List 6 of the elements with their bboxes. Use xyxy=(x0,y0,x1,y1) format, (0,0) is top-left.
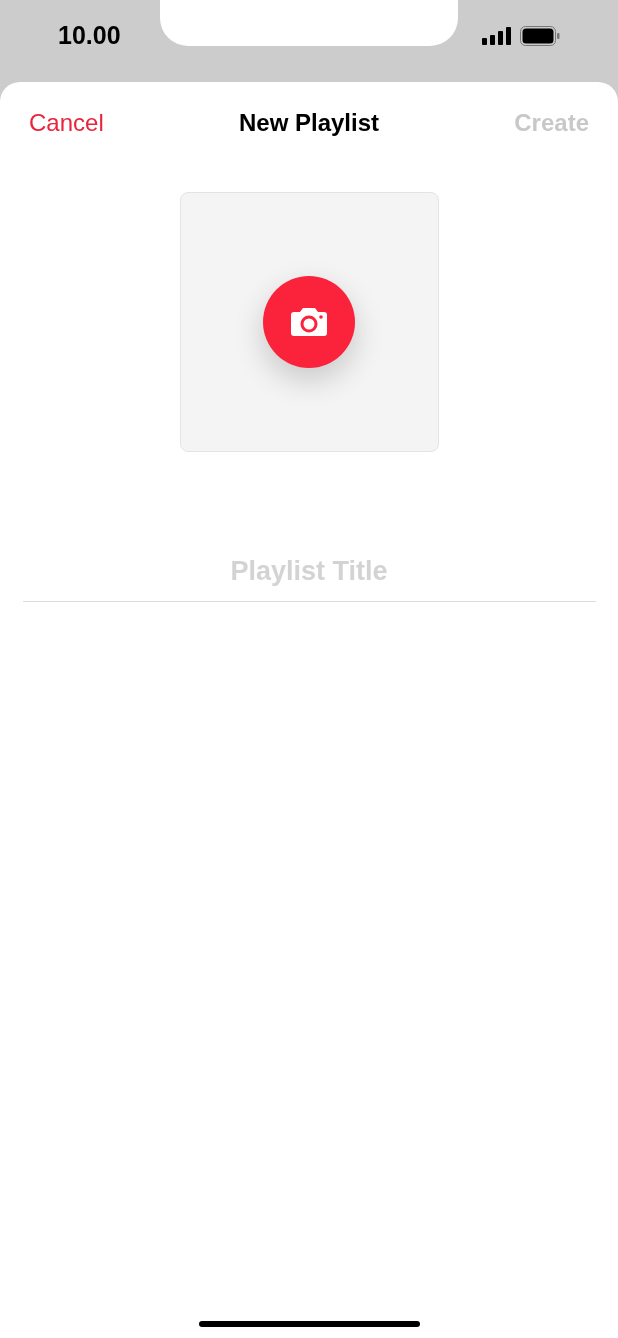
signal-icon xyxy=(482,27,512,45)
status-time: 10.00 xyxy=(58,20,121,51)
sheet-title: New Playlist xyxy=(238,108,380,138)
battery-icon xyxy=(520,26,560,46)
camera-icon xyxy=(290,307,328,337)
cancel-button[interactable]: Cancel xyxy=(29,105,104,141)
